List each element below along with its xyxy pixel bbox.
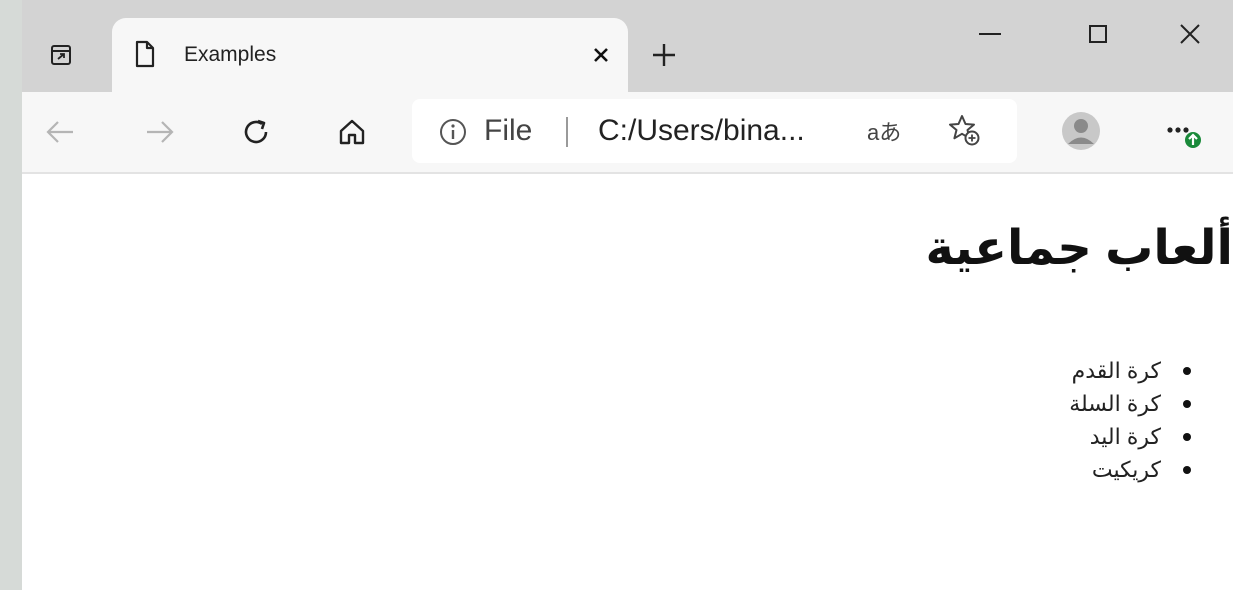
refresh-button[interactable] xyxy=(230,106,282,158)
back-button[interactable] xyxy=(34,106,86,158)
list-item: كرة السلة xyxy=(1069,387,1193,420)
page-icon xyxy=(134,40,156,73)
address-bar[interactable]: File C:/Users/bina... aあ xyxy=(412,99,1017,163)
maximize-icon xyxy=(1089,25,1107,43)
list-item: كرة القدم xyxy=(1069,354,1193,387)
add-favorite-button[interactable] xyxy=(947,113,981,152)
forward-arrow-icon xyxy=(147,121,174,143)
tab-actions-icon xyxy=(51,45,71,65)
address-divider xyxy=(566,117,568,147)
games-list: كرة القدم كرة السلة كرة اليد كريكيت xyxy=(1069,354,1193,486)
tab-actions-button[interactable] xyxy=(36,30,86,80)
site-info-button[interactable] xyxy=(438,117,468,152)
settings-more-button[interactable] xyxy=(1162,110,1212,154)
list-item: كرة اليد xyxy=(1069,420,1193,453)
minimize-button[interactable] xyxy=(966,16,1014,52)
forward-button[interactable] xyxy=(134,106,186,158)
home-icon xyxy=(339,119,365,145)
close-window-button[interactable] xyxy=(1166,16,1214,52)
home-button[interactable] xyxy=(326,106,378,158)
maximize-button[interactable] xyxy=(1074,16,1122,52)
more-icon xyxy=(1167,127,1201,148)
add-favorite-icon xyxy=(949,115,980,146)
navigation-toolbar: File C:/Users/bina... aあ xyxy=(22,92,1233,174)
page-heading: ألعاب جماعية xyxy=(925,222,1233,275)
browser-window: Examples File C:/Users/bina... aあ ألعاب … xyxy=(22,0,1233,590)
info-icon xyxy=(440,119,466,145)
close-icon xyxy=(1180,24,1200,44)
tab-title: Examples xyxy=(184,43,277,66)
tab-strip: Examples xyxy=(22,0,1233,92)
profile-button[interactable] xyxy=(1056,106,1106,156)
address-scheme-label: File xyxy=(484,114,533,147)
close-tab-button[interactable] xyxy=(586,40,616,70)
page-content: ألعاب جماعية كرة القدم كرة السلة كرة الي… xyxy=(22,174,1233,590)
read-aloud-button[interactable]: aあ xyxy=(867,115,901,147)
list-item: كريكيت xyxy=(1069,453,1193,486)
plus-icon xyxy=(653,44,675,66)
refresh-icon xyxy=(244,119,268,144)
new-tab-button[interactable] xyxy=(644,35,684,75)
profile-icon xyxy=(1062,112,1100,150)
close-icon xyxy=(594,48,608,62)
back-arrow-icon xyxy=(46,121,73,143)
tab-examples[interactable]: Examples xyxy=(112,18,628,92)
minimize-icon xyxy=(979,33,1001,35)
address-url[interactable]: C:/Users/bina... xyxy=(598,112,805,150)
